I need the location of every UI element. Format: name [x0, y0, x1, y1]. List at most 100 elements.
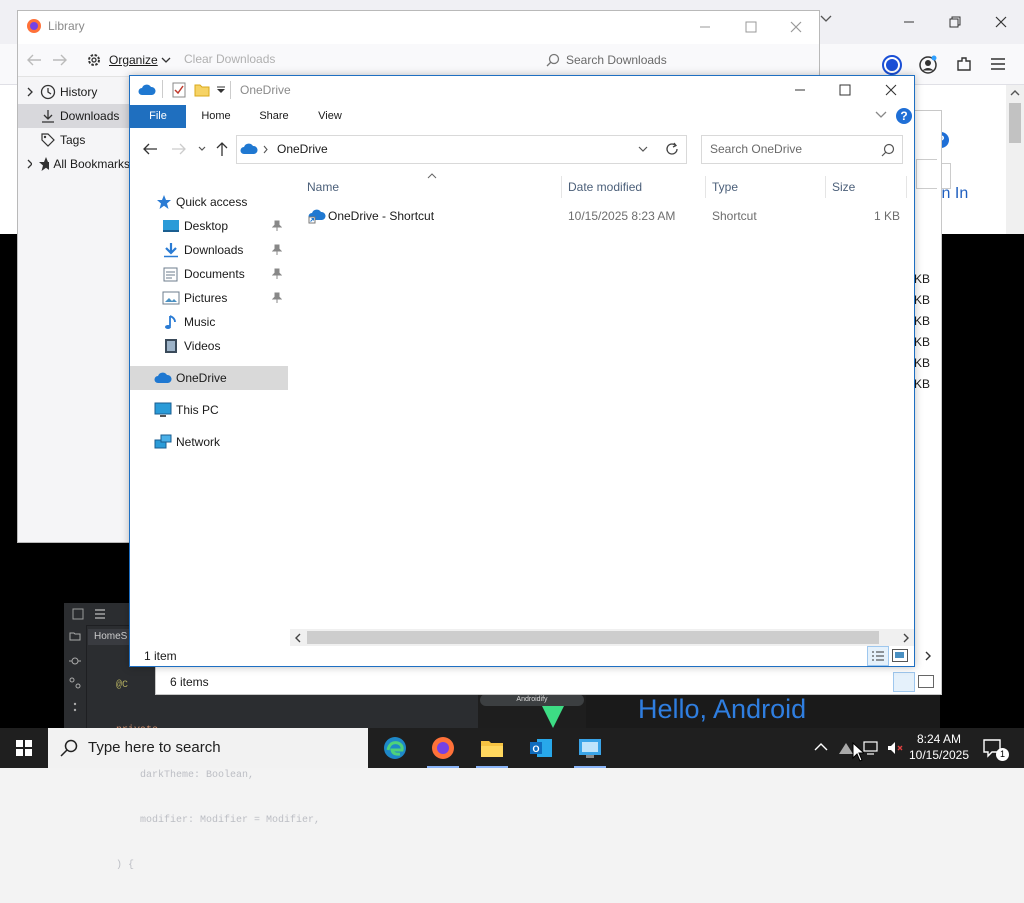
taskbar-app-firefox[interactable] [419, 728, 467, 768]
pictures-icon [162, 291, 180, 305]
column-header-size[interactable]: Size [832, 180, 855, 194]
preview-hello-panel: Hello, Android [586, 693, 940, 728]
back-arrow-icon[interactable] [142, 142, 158, 156]
large-icons-view-button[interactable] [892, 649, 908, 662]
up-arrow-icon[interactable] [215, 141, 229, 157]
recent-locations-chevron-icon[interactable] [198, 146, 206, 152]
chevron-right-icon[interactable] [924, 651, 932, 661]
help-icon[interactable]: ? [895, 107, 913, 125]
horizontal-scrollbar[interactable] [290, 629, 914, 646]
column-header-name[interactable]: Name [307, 180, 339, 194]
column-divider[interactable] [825, 176, 826, 198]
library-minimize-button[interactable] [682, 5, 728, 49]
browser-scroll-thumb[interactable] [1009, 103, 1021, 143]
status-bar: 1 item [130, 646, 914, 666]
details-view-button[interactable] [867, 646, 889, 666]
library-search-input[interactable]: Search Downloads [542, 48, 802, 72]
ide-menu-icon [72, 608, 84, 620]
windows-logo-icon [16, 740, 32, 756]
account-icon[interactable] [918, 55, 938, 75]
taskbar-search-box[interactable]: Type here to search [48, 728, 368, 768]
sidebar-item-label: Downloads [60, 109, 120, 123]
show-hidden-icons-chevron-icon[interactable] [814, 742, 828, 752]
properties-icon[interactable] [172, 82, 186, 98]
taskbar-app-outlook[interactable]: O [517, 728, 565, 768]
file-name[interactable]: OneDrive - Shortcut [328, 209, 434, 223]
gear-icon[interactable] [86, 52, 102, 68]
taskbar-app-file-explorer[interactable] [468, 728, 516, 768]
tab-home[interactable]: Home [192, 105, 240, 128]
forward-arrow-icon[interactable] [52, 53, 68, 67]
navigation-pane: Quick access Desktop Downloads Documents… [130, 173, 288, 645]
start-button[interactable] [0, 728, 48, 768]
search-icon [546, 53, 560, 67]
network-status-icon[interactable] [862, 740, 880, 756]
library-maximize-button[interactable] [728, 5, 774, 49]
new-folder-icon[interactable] [194, 83, 210, 97]
browser-close-button[interactable] [978, 0, 1024, 44]
sidebar-item-downloads[interactable]: Downloads [18, 104, 130, 128]
file-size: 1 KB [874, 209, 901, 223]
scroll-thumb[interactable] [307, 631, 879, 644]
nav-item-downloads[interactable]: Downloads [130, 239, 288, 261]
column-header-date-modified[interactable]: Date modified [568, 180, 642, 194]
browser-minimize-button[interactable] [886, 0, 932, 44]
sidebar-item-all-bookmarks[interactable]: All Bookmarks [18, 152, 130, 176]
library-toolbar: Organize Clear Downloads Search Download… [18, 44, 819, 77]
column-divider[interactable] [705, 176, 706, 198]
taskbar-app-control-panel[interactable] [566, 728, 614, 768]
file-list[interactable]: Name Date modified Type Size OneDrive - … [290, 173, 914, 629]
nav-item-quick-access[interactable]: Quick access [130, 191, 288, 213]
breadcrumb[interactable]: OneDrive [277, 142, 328, 156]
nav-item-network[interactable]: Network [130, 431, 288, 453]
tab-share[interactable]: Share [250, 105, 298, 128]
nav-item-music[interactable]: Music [130, 311, 288, 333]
sidebar-item-tags[interactable]: Tags [18, 128, 130, 152]
column-header-type[interactable]: Type [712, 180, 738, 194]
nav-item-onedrive[interactable]: OneDrive [130, 366, 288, 390]
size-cell: KB [914, 356, 931, 370]
taskbar-app-edge[interactable] [371, 728, 419, 768]
table-row[interactable]: OneDrive - Shortcut 10/15/2025 8:23 AM S… [290, 205, 914, 227]
file-type: Shortcut [712, 209, 757, 223]
nav-item-pictures[interactable]: Pictures [130, 287, 288, 309]
search-input[interactable]: Search OneDrive [701, 135, 903, 164]
ide-tab[interactable]: HomeS [88, 629, 134, 645]
clear-downloads-button[interactable]: Clear Downloads [184, 52, 275, 66]
forward-arrow-icon[interactable] [171, 142, 187, 156]
nav-item-videos[interactable]: Videos [130, 335, 288, 357]
address-bar[interactable]: OneDrive [236, 135, 658, 164]
quick-access-toolbar-dropdown-icon[interactable] [216, 86, 226, 94]
volume-muted-icon[interactable] [886, 740, 904, 756]
large-icons-view-icon[interactable] [918, 675, 934, 688]
extensions-icon[interactable] [955, 55, 973, 73]
pin-icon [272, 268, 282, 279]
background-search-box-edge [916, 159, 937, 189]
column-divider[interactable] [906, 176, 907, 198]
column-divider[interactable] [561, 176, 562, 198]
refresh-button[interactable] [657, 135, 687, 164]
sidebar-item-history[interactable]: History [18, 80, 130, 104]
details-view-icon[interactable] [893, 672, 915, 692]
explorer-ribbon: File Home Share View ? [130, 105, 914, 128]
taskbar-clock[interactable]: 8:24 AM 10/15/2025 [906, 731, 972, 763]
browser-restore-button[interactable] [932, 0, 978, 44]
expand-ribbon-chevron-icon[interactable] [875, 111, 887, 119]
refresh-icon [666, 142, 678, 155]
organize-menu[interactable]: Organize [109, 53, 158, 67]
tab-view[interactable]: View [306, 105, 354, 128]
library-close-button[interactable] [773, 5, 819, 49]
nav-item-desktop[interactable]: Desktop [130, 215, 288, 237]
hamburger-menu-icon[interactable] [990, 57, 1006, 71]
sidebar-item-label: History [60, 85, 98, 99]
nav-item-this-pc[interactable]: This PC [130, 399, 288, 421]
desktop-icon [163, 220, 179, 232]
nav-label: Videos [184, 339, 221, 353]
back-arrow-icon[interactable] [26, 53, 42, 67]
onedrive-cloud-icon [138, 84, 156, 96]
nav-item-documents[interactable]: Documents [130, 263, 288, 285]
tab-list-chevron-icon[interactable] [820, 14, 832, 24]
tab-file[interactable]: File [130, 105, 186, 128]
action-center-button[interactable]: 1 [980, 738, 1010, 761]
onedrive-cloud-icon [240, 143, 258, 154]
